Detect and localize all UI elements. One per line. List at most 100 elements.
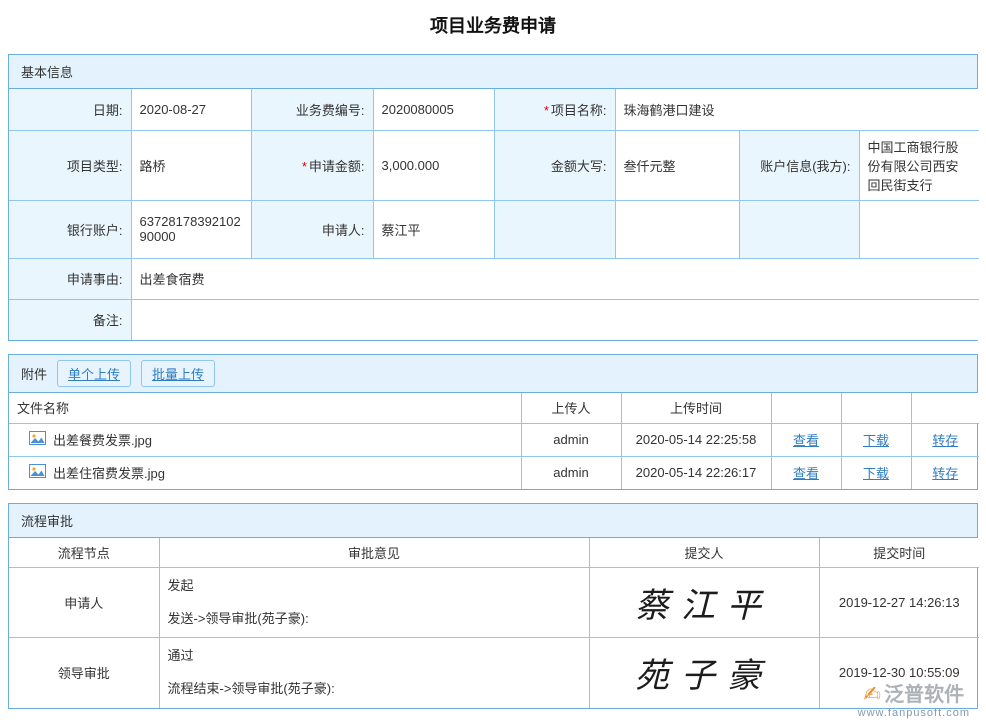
file-name-cell: 出差餐费发票.jpg xyxy=(9,423,521,456)
project-name-label-text: 项目名称: xyxy=(551,103,607,118)
basic-info-row-3: 银行账户: 6372817839210290000 申请人: 蔡江平 xyxy=(9,200,979,258)
approval-row: 领导审批 通过 流程结束->领导审批(苑子豪): 苑子豪 2019-12-30 … xyxy=(9,638,979,708)
page: 项目业务费申请 基本信息 日期: 2020-08-27 业务费编号: 20200… xyxy=(0,12,986,728)
transfer-link[interactable]: 转存 xyxy=(932,433,958,448)
basic-info-row-5: 备注: xyxy=(9,299,979,340)
account-info-value: 中国工商银行股份有限公司西安回民街支行 xyxy=(859,130,979,200)
view-link[interactable]: 查看 xyxy=(793,433,819,448)
approval-section-title: 流程审批 xyxy=(9,504,977,538)
remark-label: 备注: xyxy=(9,299,131,340)
single-upload-button[interactable]: 单个上传 xyxy=(57,360,131,387)
transfer-link[interactable]: 转存 xyxy=(932,466,958,481)
basic-info-row-2: 项目类型: 路桥 *申请金额: 3,000.000 金额大写: 叁仟元整 账户信… xyxy=(9,130,979,200)
approval-table: 流程节点 审批意见 提交人 提交时间 申请人 发起 发送->领导审批(苑子豪):… xyxy=(9,538,979,708)
batch-upload-button[interactable]: 批量上传 xyxy=(141,360,215,387)
node-cell: 申请人 xyxy=(9,568,159,638)
approval-row: 申请人 发起 发送->领导审批(苑子豪): 蔡江平 2019-12-27 14:… xyxy=(9,568,979,638)
amount-words-label: 金额大写: xyxy=(494,130,615,200)
upload-time-header: 上传时间 xyxy=(621,393,771,423)
applicant-value: 蔡江平 xyxy=(373,200,494,258)
image-file-icon xyxy=(29,430,46,449)
file-name: 出差住宿费发票.jpg xyxy=(53,463,165,482)
project-type-value: 路桥 xyxy=(131,130,251,200)
brand-watermark: ✍泛普软件 www.fanpusoft.com xyxy=(858,683,970,720)
fee-no-label: 业务费编号: xyxy=(251,89,373,130)
signature-cell: 苑子豪 xyxy=(589,638,819,708)
bank-account-value: 6372817839210290000 xyxy=(131,200,251,258)
fanpu-logo-icon: ✍ xyxy=(864,683,882,706)
view-cell: 查看 xyxy=(771,456,841,489)
account-info-label: 账户信息(我方): xyxy=(739,130,859,200)
amount-label: *申请金额: xyxy=(251,130,373,200)
fee-no-value: 2020080005 xyxy=(373,89,494,130)
submit-time-cell: 2019-12-27 14:26:13 xyxy=(819,568,979,638)
attachments-section-title: 附件 xyxy=(21,364,47,383)
submit-time-header: 提交时间 xyxy=(819,538,979,568)
brand-name: 泛普软件 xyxy=(884,684,964,706)
uploader-cell: admin xyxy=(521,456,621,489)
brand-url: www.fanpusoft.com xyxy=(858,707,970,720)
remark-value xyxy=(131,299,979,340)
signature-cell: 蔡江平 xyxy=(589,568,819,638)
empty-label-cell xyxy=(739,200,859,258)
file-name: 出差餐费发票.jpg xyxy=(53,430,152,449)
amount-value: 3,000.000 xyxy=(373,130,494,200)
attachments-table: 文件名称 上传人 上传时间 出差餐费发票.jpg admin 2020-05-1… xyxy=(9,393,979,489)
page-title: 项目业务费申请 xyxy=(8,12,978,38)
opinion-line-1: 通过 xyxy=(168,648,581,665)
opinion-cell: 发起 发送->领导审批(苑子豪): xyxy=(159,568,589,638)
applicant-label: 申请人: xyxy=(251,200,373,258)
attachments-header-row: 文件名称 上传人 上传时间 xyxy=(9,393,979,423)
attachment-row: 出差餐费发票.jpg admin 2020-05-14 22:25:58 查看 … xyxy=(9,423,979,456)
basic-info-section-title: 基本信息 xyxy=(9,55,977,89)
amount-label-text: 申请金额: xyxy=(309,159,365,174)
basic-info-row-1: 日期: 2020-08-27 业务费编号: 2020080005 *项目名称: … xyxy=(9,89,979,130)
handwritten-signature: 蔡江平 xyxy=(635,586,773,626)
node-header: 流程节点 xyxy=(9,538,159,568)
image-file-icon xyxy=(29,463,46,482)
handwritten-signature: 苑子豪 xyxy=(635,656,773,696)
view-link[interactable]: 查看 xyxy=(793,466,819,481)
empty-value-cell xyxy=(859,200,979,258)
approval-panel: 流程审批 流程节点 审批意见 提交人 提交时间 申请人 发起 发送->领导审批(… xyxy=(8,503,978,709)
basic-info-table: 日期: 2020-08-27 业务费编号: 2020080005 *项目名称: … xyxy=(9,89,979,340)
empty-header-cell xyxy=(771,393,841,423)
node-cell: 领导审批 xyxy=(9,638,159,708)
bank-account-label: 银行账户: xyxy=(9,200,131,258)
project-type-label: 项目类型: xyxy=(9,130,131,200)
reason-label: 申请事由: xyxy=(9,258,131,299)
project-name-value: 珠海鹤港口建设 xyxy=(615,89,979,130)
download-link[interactable]: 下载 xyxy=(863,433,889,448)
download-cell: 下载 xyxy=(841,423,911,456)
upload-time-cell: 2020-05-14 22:25:58 xyxy=(621,423,771,456)
upload-time-cell: 2020-05-14 22:26:17 xyxy=(621,456,771,489)
reason-value: 出差食宿费 xyxy=(131,258,979,299)
opinion-line-2: 发送->领导审批(苑子豪): xyxy=(168,611,581,628)
attachment-row: 出差住宿费发票.jpg admin 2020-05-14 22:26:17 查看… xyxy=(9,456,979,489)
uploader-header: 上传人 xyxy=(521,393,621,423)
transfer-cell: 转存 xyxy=(911,423,979,456)
attachments-header: 附件 单个上传 批量上传 xyxy=(9,355,977,393)
date-label: 日期: xyxy=(9,89,131,130)
file-name-cell: 出差住宿费发票.jpg xyxy=(9,456,521,489)
opinion-cell: 通过 流程结束->领导审批(苑子豪): xyxy=(159,638,589,708)
required-asterisk: * xyxy=(544,103,549,118)
opinion-line-1: 发起 xyxy=(168,578,581,595)
file-name-header: 文件名称 xyxy=(9,393,521,423)
date-value: 2020-08-27 xyxy=(131,89,251,130)
submitter-header: 提交人 xyxy=(589,538,819,568)
empty-header-cell xyxy=(841,393,911,423)
download-cell: 下载 xyxy=(841,456,911,489)
amount-words-value: 叁仟元整 xyxy=(615,130,739,200)
transfer-cell: 转存 xyxy=(911,456,979,489)
uploader-cell: admin xyxy=(521,423,621,456)
opinion-line-2: 流程结束->领导审批(苑子豪): xyxy=(168,681,581,698)
empty-label-cell xyxy=(494,200,615,258)
download-link[interactable]: 下载 xyxy=(863,466,889,481)
empty-value-cell xyxy=(615,200,739,258)
basic-info-row-4: 申请事由: 出差食宿费 xyxy=(9,258,979,299)
required-asterisk: * xyxy=(302,159,307,174)
basic-info-panel: 基本信息 日期: 2020-08-27 业务费编号: 2020080005 *项… xyxy=(8,54,978,341)
empty-header-cell xyxy=(911,393,979,423)
opinion-header: 审批意见 xyxy=(159,538,589,568)
